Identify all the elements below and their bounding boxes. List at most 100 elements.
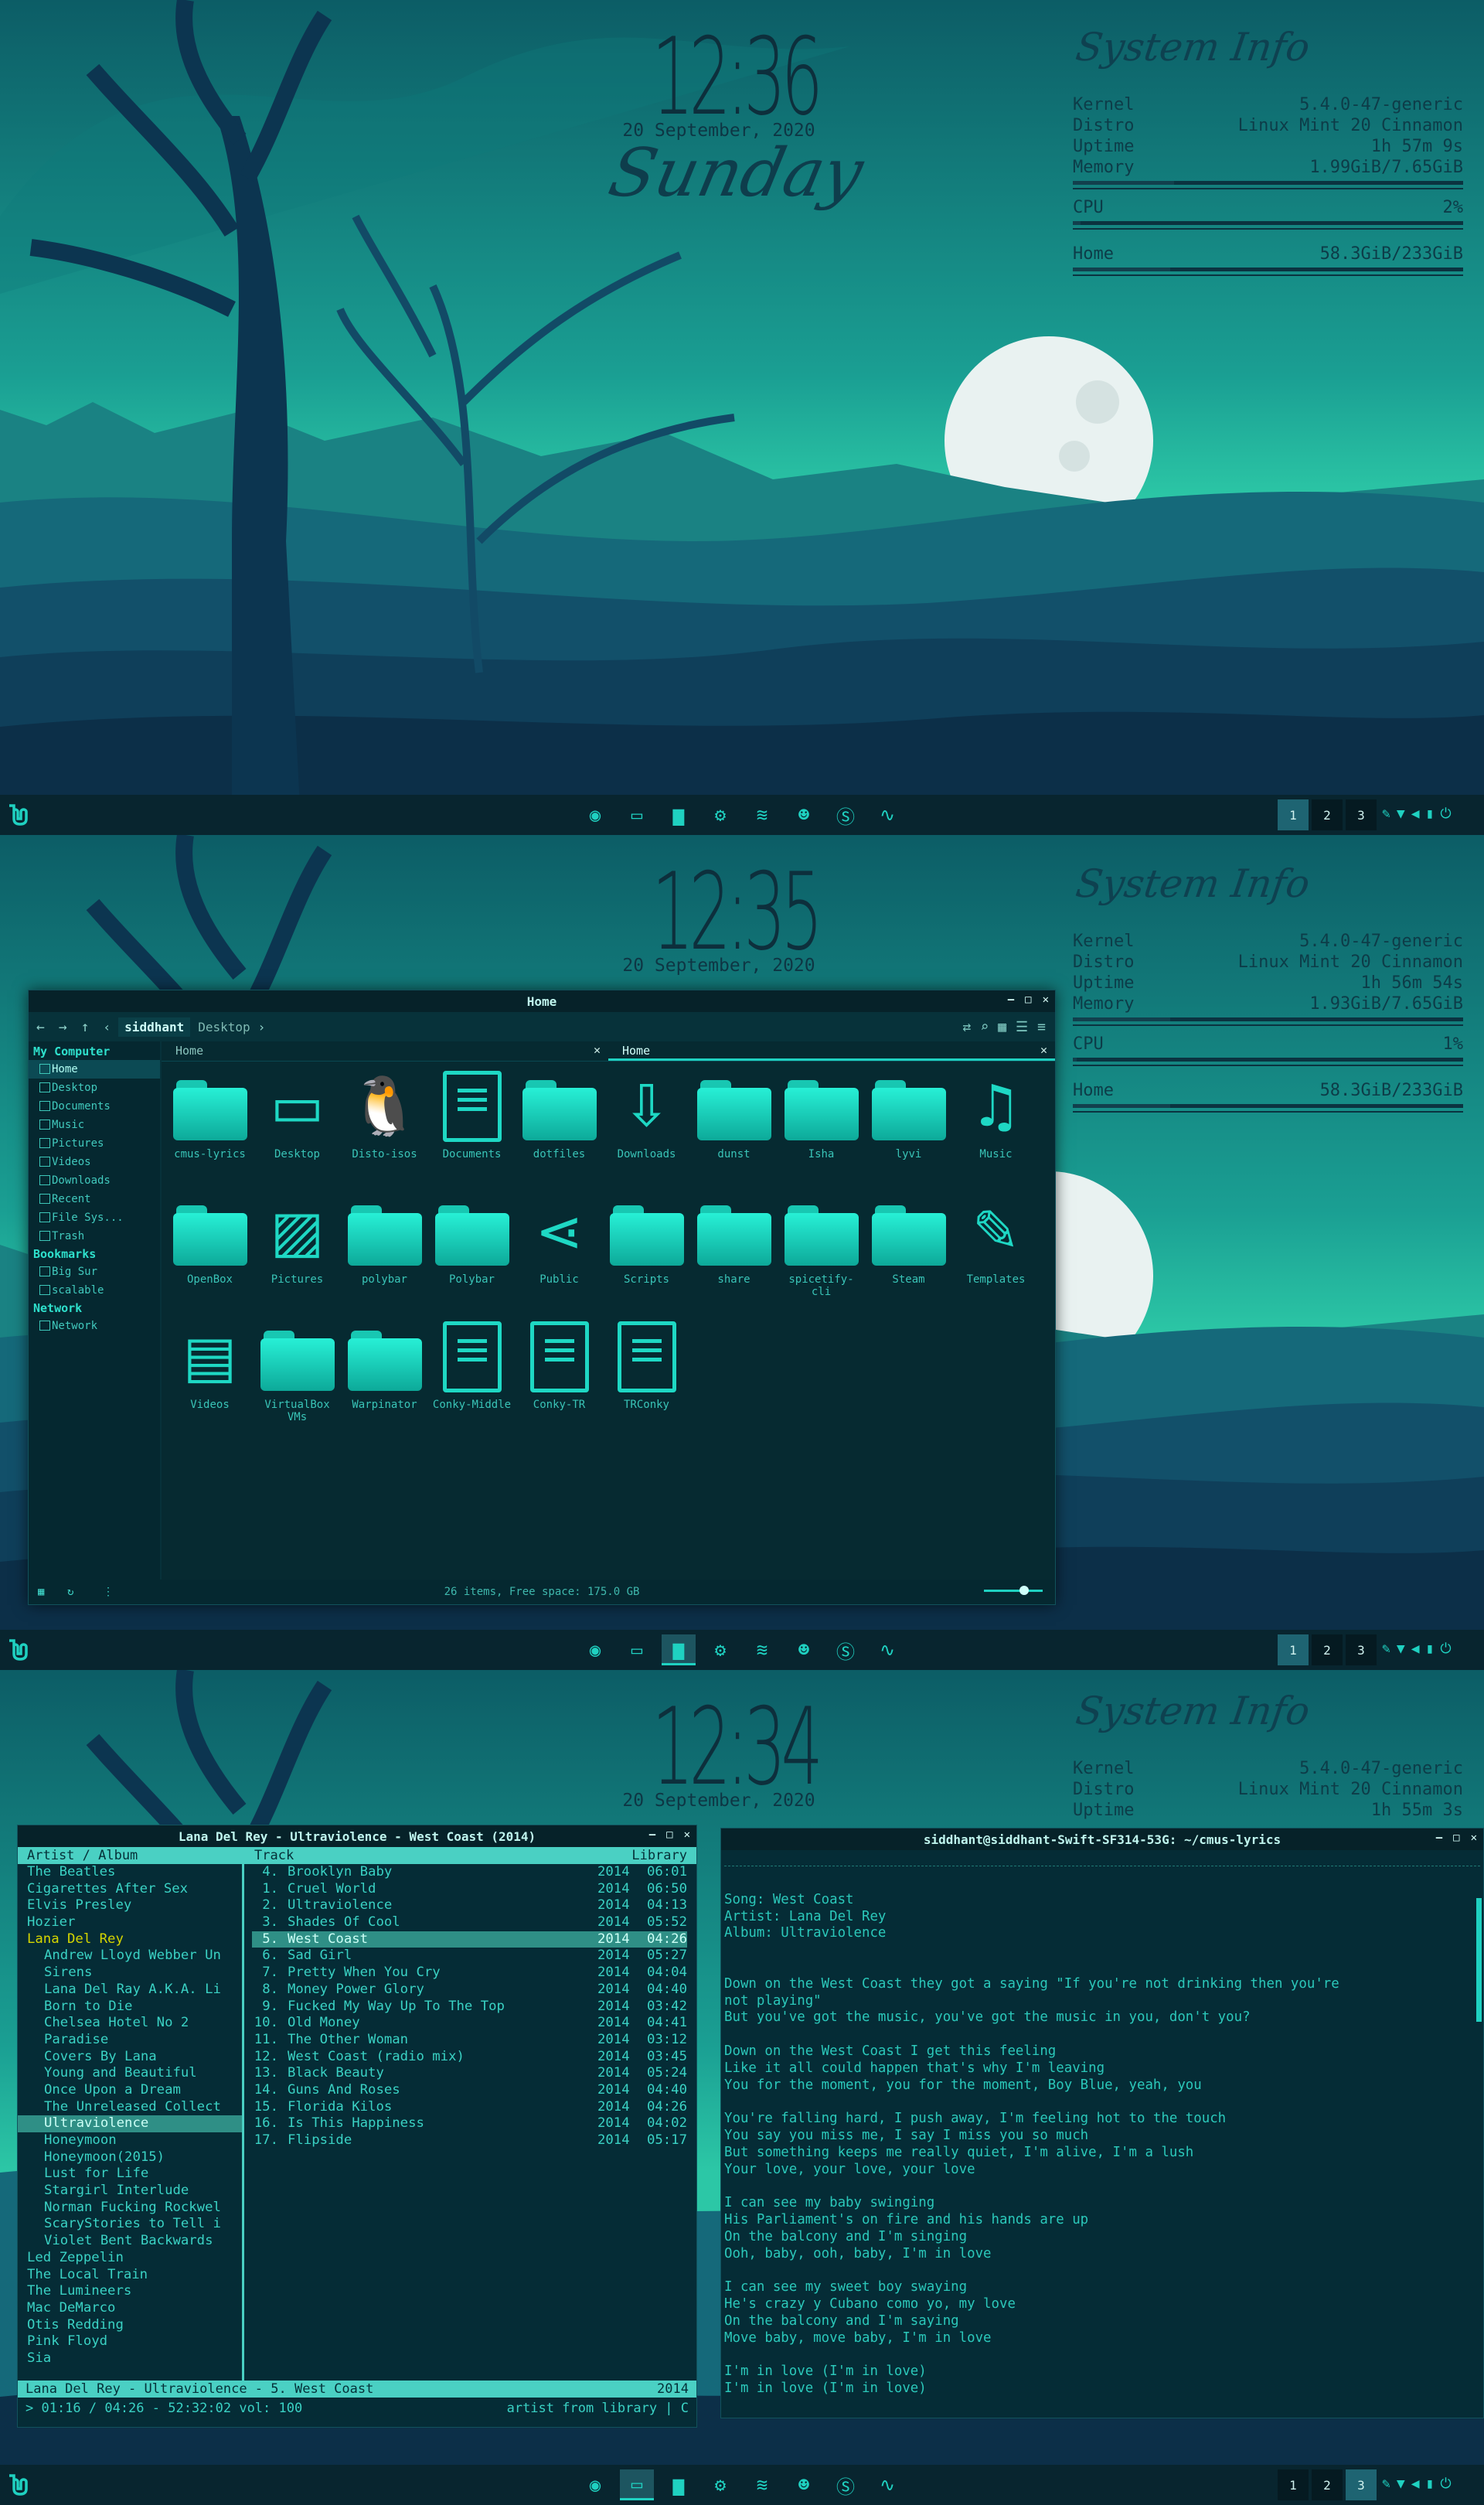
- album-item[interactable]: Norman Fucking Rockwel: [27, 2200, 242, 2217]
- track-row[interactable]: 14. Guns And Roses 2014 04:40: [252, 2082, 687, 2099]
- minimize-icon[interactable]: –: [649, 1828, 655, 1841]
- tools-icon[interactable]: ✎: [1382, 1641, 1390, 1657]
- album-item[interactable]: Young and Beautiful: [27, 2065, 242, 2082]
- crumb-desktop[interactable]: Desktop: [198, 1020, 250, 1034]
- sidebar-section-bookmarks[interactable]: Bookmarks: [29, 1246, 160, 1263]
- album-item[interactable]: Chelsea Hotel No 2: [27, 2015, 242, 2032]
- battery-icon[interactable]: ▮: [1426, 806, 1435, 822]
- maximize-icon[interactable]: □: [666, 1828, 672, 1841]
- track-row[interactable]: 15. Florida Kilos 2014 04:26: [252, 2099, 687, 2116]
- file-item[interactable]: VirtualBox VMs: [254, 1318, 341, 1436]
- track-row[interactable]: 2. Ultraviolence 2014 04:13: [252, 1897, 687, 1914]
- file-item[interactable]: ▨ Pictures: [254, 1193, 341, 1310]
- skype-icon[interactable]: Ⓢ: [829, 1634, 863, 1665]
- crumb-home[interactable]: siddhant: [118, 1017, 191, 1037]
- terminal-icon[interactable]: ▭: [620, 1634, 654, 1665]
- track-row[interactable]: 5. West Coast 2014 04:26: [252, 1931, 687, 1948]
- sidebar-item-music[interactable]: Music: [29, 1116, 160, 1134]
- sidebar-item-videos[interactable]: Videos: [29, 1153, 160, 1171]
- track-row[interactable]: 7. Pretty When You Cry 2014 04:04: [252, 1965, 687, 1982]
- file-item[interactable]: Scripts: [603, 1193, 690, 1310]
- album-item[interactable]: Sirens: [27, 1965, 242, 1982]
- sidebar-item-recent[interactable]: Recent: [29, 1190, 160, 1208]
- up-icon[interactable]: ↑: [81, 1019, 90, 1035]
- close-tab-icon[interactable]: ✕: [1040, 1043, 1047, 1057]
- file-item[interactable]: dunst: [690, 1068, 778, 1185]
- file-item[interactable]: cmus-lyrics: [166, 1068, 254, 1185]
- file-item[interactable]: OpenBox: [166, 1193, 254, 1310]
- workspace-2[interactable]: 2: [1312, 1634, 1343, 1665]
- close-tab-icon[interactable]: ✕: [594, 1043, 601, 1057]
- file-item[interactable]: 🐧 Disto-isos: [341, 1068, 428, 1185]
- battery-icon[interactable]: ▮: [1426, 1641, 1435, 1657]
- hide-sidebar-icon[interactable]: ⋮: [103, 1586, 114, 1598]
- artist-item[interactable]: Hozier: [27, 1914, 242, 1931]
- tools-icon[interactable]: ✎: [1382, 806, 1390, 822]
- terminal-icon[interactable]: ▭: [620, 799, 654, 830]
- crumb-prev-icon[interactable]: ‹: [104, 1020, 111, 1034]
- album-item[interactable]: Stargirl Interlude: [27, 2183, 242, 2200]
- file-item[interactable]: Warpinator: [341, 1318, 428, 1436]
- file-item[interactable]: Conky-TR: [516, 1318, 603, 1436]
- sidebar-item-pictures[interactable]: Pictures: [29, 1134, 160, 1153]
- sidebar-item-documents[interactable]: Documents: [29, 1097, 160, 1116]
- skype-icon[interactable]: Ⓢ: [829, 799, 863, 830]
- power-icon[interactable]: ⏻: [1440, 2476, 1451, 2492]
- album-item[interactable]: Paradise: [27, 2032, 242, 2049]
- power-icon[interactable]: ⏻: [1440, 806, 1451, 822]
- sidebar-item-big-sur[interactable]: Big Sur: [29, 1263, 160, 1281]
- album-item[interactable]: Lana Del Ray A.K.A. Li: [27, 1982, 242, 1999]
- workspace-1[interactable]: 1: [1278, 799, 1309, 830]
- spotify-icon[interactable]: ≋: [745, 1634, 779, 1665]
- power-icon[interactable]: ⏻: [1440, 1641, 1451, 1657]
- workspace-1[interactable]: 1: [1278, 1634, 1309, 1665]
- file-item[interactable]: share: [690, 1193, 778, 1310]
- artist-item[interactable]: Cigarettes After Sex: [27, 1881, 242, 1898]
- album-item[interactable]: Honeymoon(2015): [27, 2149, 242, 2166]
- file-item[interactable]: Isha: [778, 1068, 865, 1185]
- maximize-icon[interactable]: □: [1453, 1832, 1459, 1844]
- album-item[interactable]: Lust for Life: [27, 2166, 242, 2183]
- artist-item[interactable]: The Beatles: [27, 1864, 242, 1881]
- steam-icon[interactable]: ⚙: [703, 1634, 737, 1665]
- firefox-icon[interactable]: ◉: [578, 1634, 612, 1665]
- list-view-icon[interactable]: ☰: [1016, 1019, 1028, 1035]
- artist-item[interactable]: Otis Redding: [27, 2317, 242, 2334]
- firefox-icon[interactable]: ◉: [578, 799, 612, 830]
- close-icon[interactable]: ✕: [684, 1828, 690, 1841]
- toggle-location-icon[interactable]: ⇄: [962, 1019, 971, 1035]
- workspace-3[interactable]: 3: [1346, 1634, 1377, 1665]
- sidebar-section-my-computer[interactable]: My Computer: [29, 1043, 160, 1060]
- files-icon[interactable]: ▆: [662, 2469, 696, 2500]
- close-icon[interactable]: ✕: [1471, 1832, 1477, 1844]
- workspace-1[interactable]: 1: [1278, 2469, 1309, 2500]
- sidebar-section-network[interactable]: Network: [29, 1300, 160, 1317]
- system-monitor-icon[interactable]: ∿: [870, 799, 904, 830]
- track-row[interactable]: 8. Money Power Glory 2014 04:40: [252, 1982, 687, 1999]
- workspace-2[interactable]: 2: [1312, 2469, 1343, 2500]
- file-item[interactable]: Polybar: [428, 1193, 516, 1310]
- track-row[interactable]: 10. Old Money 2014 04:41: [252, 2015, 687, 2032]
- compact-view-icon[interactable]: ≡: [1037, 1019, 1046, 1035]
- track-row[interactable]: 4. Brooklyn Baby 2014 06:01: [252, 1864, 687, 1881]
- window-titlebar[interactable]: Lana Del Rey - Ultraviolence - West Coas…: [18, 1825, 696, 1847]
- track-row[interactable]: 13. Black Beauty 2014 05:24: [252, 2065, 687, 2082]
- show-places-icon[interactable]: ▦: [38, 1586, 44, 1598]
- scrollbar[interactable]: [1476, 1898, 1482, 2022]
- sidebar-item-desktop[interactable]: Desktop: [29, 1079, 160, 1097]
- file-item[interactable]: ▭ Desktop: [254, 1068, 341, 1185]
- tab-home-2[interactable]: Home ✕: [608, 1041, 1055, 1061]
- track-row[interactable]: 11. The Other Woman 2014 03:12: [252, 2032, 687, 2049]
- close-icon[interactable]: ✕: [1043, 993, 1049, 1006]
- album-item[interactable]: Andrew Lloyd Webber Un: [27, 1948, 242, 1965]
- sidebar-item-filesystem[interactable]: File Sys...: [29, 1208, 160, 1227]
- track-row[interactable]: 3. Shades Of Cool 2014 05:52: [252, 1914, 687, 1931]
- file-item[interactable]: Documents: [428, 1068, 516, 1185]
- file-item[interactable]: ⋖ Public: [516, 1193, 603, 1310]
- artist-item[interactable]: Lana Del Rey: [27, 1931, 242, 1948]
- firefox-icon[interactable]: ◉: [578, 2469, 612, 2500]
- file-item[interactable]: lyvi: [865, 1068, 952, 1185]
- window-titlebar[interactable]: siddhant@siddhant-Swift-SF314-53G: ~/cmu…: [721, 1828, 1483, 1850]
- sidebar-item-network[interactable]: Network: [29, 1317, 160, 1335]
- album-item[interactable]: Born to Die: [27, 1999, 242, 2016]
